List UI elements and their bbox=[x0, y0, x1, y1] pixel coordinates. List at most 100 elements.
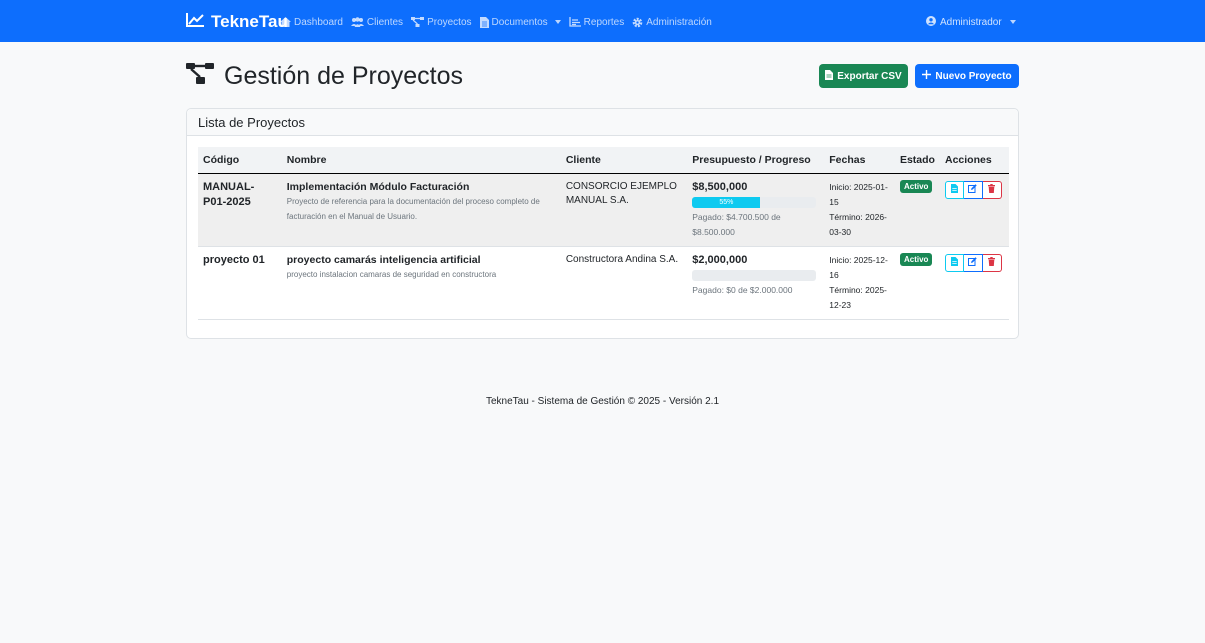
users-icon bbox=[350, 17, 364, 27]
table-row: MANUAL-P01-2025 Implementación Módulo Fa… bbox=[198, 173, 1009, 247]
document-icon bbox=[479, 16, 489, 28]
progress-bar: 55% bbox=[692, 196, 761, 208]
column-header-estado[interactable]: Estado bbox=[894, 147, 940, 174]
project-name: Implementación Módulo Facturación bbox=[286, 180, 470, 193]
brand-name: TekneTau bbox=[211, 12, 288, 31]
nav-item-label: Dashboard bbox=[294, 16, 343, 28]
project-name: proyecto camarás inteligencia artificial bbox=[286, 253, 481, 266]
column-header-codigo[interactable]: Código bbox=[198, 147, 282, 174]
main-nav: Dashboard Clientes Proyectos Documentos bbox=[280, 13, 712, 31]
start-date: Inicio: 2025-01-15 bbox=[829, 181, 888, 207]
export-csv-button[interactable]: Exportar CSV bbox=[819, 64, 908, 88]
column-header-acciones: Acciones bbox=[939, 147, 1009, 174]
project-description: proyecto instalacion camaras de segurida… bbox=[286, 269, 497, 279]
nav-item-documentos[interactable]: Documentos bbox=[479, 16, 561, 28]
nav-item-proyectos[interactable]: Proyectos bbox=[411, 16, 472, 28]
plus-icon bbox=[922, 70, 932, 82]
status-cell: Activo bbox=[894, 173, 940, 247]
column-header-presupuesto[interactable]: Presupuesto / Progreso bbox=[687, 147, 825, 174]
column-header-nombre[interactable]: Nombre bbox=[281, 147, 561, 174]
project-diagram-icon bbox=[186, 61, 214, 92]
home-icon bbox=[280, 17, 291, 27]
nav-item-label: Clientes bbox=[366, 16, 404, 28]
projects-table: Código Nombre Cliente Presupuesto / Prog… bbox=[198, 147, 1009, 320]
budget-amount: $2,000,000 bbox=[692, 253, 748, 266]
edit-button[interactable] bbox=[963, 253, 983, 272]
project-code-cell: proyecto 01 bbox=[198, 246, 282, 320]
chevron-down-icon bbox=[554, 20, 561, 24]
nav-item-label: Documentos bbox=[491, 16, 548, 28]
status-badge: Activo bbox=[899, 252, 933, 266]
table-header-row: Código Nombre Cliente Presupuesto / Prog… bbox=[198, 147, 1009, 174]
chart-icon bbox=[569, 17, 581, 27]
file-icon bbox=[950, 256, 958, 269]
paid-amount: Pagado: $0 de $2.000.000 bbox=[692, 284, 793, 295]
delete-button[interactable] bbox=[982, 180, 1002, 199]
user-menu-dropdown[interactable]: Administrador bbox=[926, 13, 1016, 31]
edit-button[interactable] bbox=[963, 180, 983, 199]
nav-item-clientes[interactable]: Clientes bbox=[350, 16, 404, 28]
end-date: Término: 2026-03-30 bbox=[829, 211, 887, 237]
user-name: Administrador bbox=[940, 16, 1002, 28]
trash-icon bbox=[988, 183, 996, 196]
chevron-down-icon bbox=[1009, 20, 1016, 24]
view-document-button[interactable] bbox=[944, 180, 964, 199]
top-navbar: TekneTau Dashboard Clientes Proyectos Do… bbox=[0, 0, 1205, 42]
project-name-cell: Implementación Módulo Facturación Proyec… bbox=[281, 173, 561, 247]
progress-label: 55% bbox=[719, 198, 734, 206]
nav-item-dashboard[interactable]: Dashboard bbox=[280, 17, 343, 28]
actions-cell bbox=[939, 246, 1009, 320]
paid-amount: Pagado: $4.700.500 de $8.500.000 bbox=[692, 211, 781, 237]
status-cell: Activo bbox=[894, 246, 940, 320]
status-badge: Activo bbox=[899, 179, 933, 193]
view-document-button[interactable] bbox=[944, 253, 964, 272]
card-title: Lista de Proyectos bbox=[198, 114, 305, 130]
dates-cell: Inicio: 2025-01-15 Término: 2026-03-30 bbox=[824, 173, 895, 247]
nav-item-administracion[interactable]: Administración bbox=[632, 17, 712, 28]
project-code-cell: MANUAL-P01-2025 bbox=[198, 173, 282, 247]
page-title: Gestión de Proyectos bbox=[186, 59, 463, 93]
action-button-group bbox=[944, 180, 1004, 199]
gear-icon bbox=[632, 17, 643, 28]
chart-line-icon bbox=[185, 12, 205, 33]
actions-cell bbox=[939, 173, 1009, 247]
nav-item-label: Reportes bbox=[583, 16, 625, 28]
project-code: proyecto 01 bbox=[203, 253, 265, 266]
project-diagram-icon bbox=[411, 17, 425, 27]
nav-item-label: Proyectos bbox=[427, 16, 472, 28]
project-code: MANUAL-P01-2025 bbox=[203, 180, 255, 208]
client-cell: Constructora Andina S.A. bbox=[560, 246, 688, 320]
footer-text: TekneTau - Sistema de Gestión © 2025 - V… bbox=[485, 396, 720, 407]
table-row: proyecto 01 proyecto camarás inteligenci… bbox=[198, 246, 1009, 320]
action-button-group bbox=[944, 253, 1004, 272]
file-csv-icon bbox=[825, 69, 834, 83]
edit-icon bbox=[968, 183, 978, 196]
nav-item-label: Administración bbox=[646, 16, 712, 28]
nav-item-reportes[interactable]: Reportes bbox=[569, 16, 625, 28]
column-header-fechas[interactable]: Fechas bbox=[824, 147, 895, 174]
progress-bar-track bbox=[692, 269, 817, 281]
edit-icon bbox=[968, 256, 978, 269]
card-header: Lista de Proyectos bbox=[187, 109, 1018, 136]
page-title-text: Gestión de Proyectos bbox=[224, 61, 464, 90]
project-name-cell: proyecto camarás inteligencia artificial… bbox=[281, 246, 561, 320]
projects-card: Lista de Proyectos Código Nombre Cliente… bbox=[186, 108, 1019, 339]
end-date: Término: 2025-12-23 bbox=[829, 284, 887, 310]
start-date: Inicio: 2025-12-16 bbox=[829, 254, 888, 280]
budget-cell: $2,000,000 Pagado: $0 de $2.000.000 bbox=[687, 246, 825, 320]
project-description: Proyecto de referencia para la documenta… bbox=[286, 196, 540, 221]
new-project-label: Nuevo Proyecto bbox=[935, 70, 1012, 82]
file-icon bbox=[950, 183, 958, 196]
client-name: CONSORCIO EJEMPLO MANUAL S.A. bbox=[565, 180, 677, 206]
delete-button[interactable] bbox=[982, 253, 1002, 272]
client-cell: CONSORCIO EJEMPLO MANUAL S.A. bbox=[560, 173, 688, 247]
budget-amount: $8,500,000 bbox=[692, 180, 748, 193]
new-project-button[interactable]: Nuevo Proyecto bbox=[915, 64, 1019, 88]
brand-link[interactable]: TekneTau bbox=[185, 11, 288, 33]
client-name: Constructora Andina S.A. bbox=[565, 253, 679, 265]
trash-icon bbox=[988, 256, 996, 269]
dates-cell: Inicio: 2025-12-16 Término: 2025-12-23 bbox=[824, 246, 895, 320]
export-csv-label: Exportar CSV bbox=[837, 70, 902, 82]
column-header-cliente[interactable]: Cliente bbox=[560, 147, 688, 174]
progress-bar-track: 55% bbox=[692, 196, 817, 208]
